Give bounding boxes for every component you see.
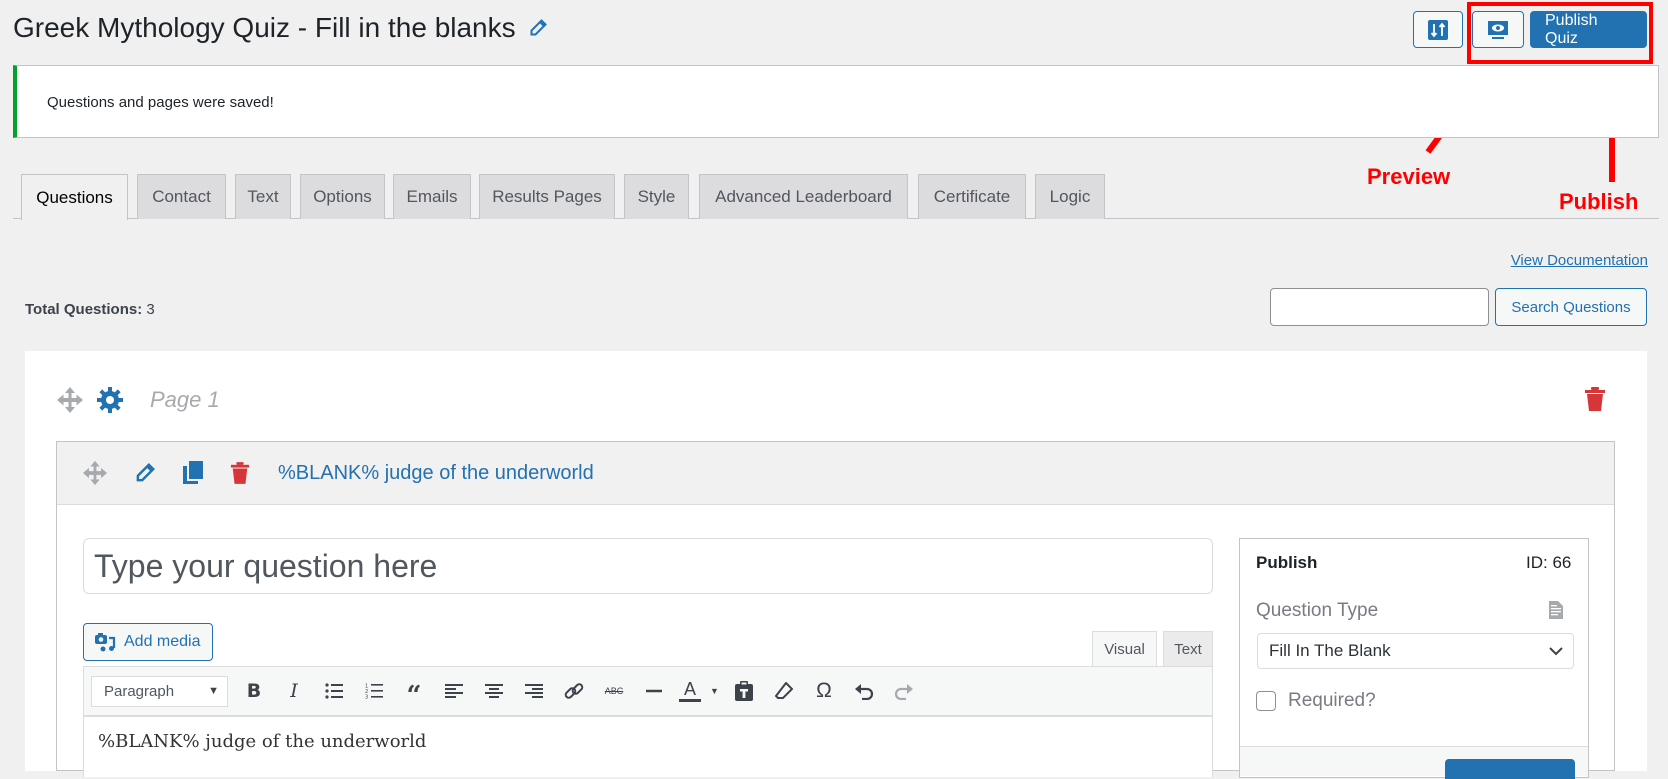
italic-icon[interactable]: I xyxy=(274,674,314,708)
redo-icon[interactable] xyxy=(884,674,924,708)
blockquote-icon[interactable]: “ xyxy=(394,674,434,711)
delete-page-trash-icon[interactable] xyxy=(1584,386,1606,412)
search-questions-button[interactable]: Search Questions xyxy=(1495,288,1647,326)
preview-button[interactable] xyxy=(1472,11,1524,48)
publish-panel-title: Publish xyxy=(1256,553,1318,572)
pencil-icon[interactable] xyxy=(134,462,156,484)
view-documentation-link[interactable]: View Documentation xyxy=(1511,252,1648,269)
trash-icon[interactable] xyxy=(230,461,250,485)
tab-results-pages[interactable]: Results Pages xyxy=(479,174,615,219)
question-header-actions: %BLANK% judge of the underworld xyxy=(82,460,594,486)
page-name[interactable]: Page 1 xyxy=(150,387,220,413)
tab-certificate[interactable]: Certificate xyxy=(918,174,1026,219)
numbered-list-icon[interactable]: 123 xyxy=(354,674,394,708)
save-question-button[interactable] xyxy=(1445,759,1575,779)
tab-logic[interactable]: Logic xyxy=(1035,174,1105,219)
link-icon[interactable] xyxy=(554,674,594,708)
strikethrough-icon[interactable]: ABC xyxy=(594,674,634,708)
required-checkbox-row[interactable]: Required? xyxy=(1256,690,1376,712)
move-icon[interactable] xyxy=(56,386,84,414)
question-type-value: Fill In The Blank xyxy=(1269,641,1391,660)
publish-quiz-button[interactable]: Publish Quiz xyxy=(1530,11,1647,48)
tab-style[interactable]: Style xyxy=(624,174,689,219)
sliders-icon xyxy=(1428,19,1448,40)
success-notice: Questions and pages were saved! xyxy=(13,65,1659,138)
editor-content: %BLANK% judge of the underworld xyxy=(98,731,427,752)
pencil-icon[interactable] xyxy=(528,18,548,38)
tab-contact[interactable]: Contact xyxy=(137,174,226,219)
question-type-label: Question Type xyxy=(1256,600,1379,621)
quiz-tabs: Questions Contact Text Options Emails Re… xyxy=(13,174,1659,220)
bold-icon[interactable]: B xyxy=(234,674,274,708)
paste-text-icon[interactable] xyxy=(724,674,764,708)
total-questions: Total Questions: 3 xyxy=(25,301,155,318)
required-label: Required? xyxy=(1288,690,1376,711)
editor-tab-visual[interactable]: Visual xyxy=(1092,631,1157,666)
caret-down-icon[interactable]: ▼ xyxy=(710,686,719,696)
editor-tab-text[interactable]: Text xyxy=(1163,631,1213,666)
question-title[interactable]: %BLANK% judge of the underworld xyxy=(278,462,594,485)
right-gutter xyxy=(1647,330,1668,763)
bullet-list-icon[interactable] xyxy=(314,674,354,708)
question-id: ID: 66 xyxy=(1526,553,1572,572)
question-type-select[interactable]: Fill In The Blank xyxy=(1257,633,1574,669)
add-media-icon xyxy=(95,633,116,652)
notice-message: Questions and pages were saved! xyxy=(47,94,274,111)
tab-text[interactable]: Text xyxy=(235,174,291,219)
undo-icon[interactable] xyxy=(844,674,884,708)
format-select-value: Paragraph xyxy=(104,682,175,700)
quiz-title-bar: Greek Mythology Quiz - Fill in the blank… xyxy=(13,12,548,44)
align-center-icon[interactable] xyxy=(474,674,514,708)
svg-text:3: 3 xyxy=(365,695,368,700)
tab-options[interactable]: Options xyxy=(300,174,385,219)
settings-button[interactable] xyxy=(1413,11,1463,48)
text-color-icon[interactable]: A ▼ xyxy=(674,674,724,708)
gear-icon[interactable] xyxy=(96,386,124,414)
align-left-icon[interactable] xyxy=(434,674,474,708)
clear-formatting-icon[interactable] xyxy=(764,674,804,708)
align-right-icon[interactable] xyxy=(514,674,554,708)
page-header: Page 1 xyxy=(56,380,220,420)
caret-down-icon: ▼ xyxy=(208,685,219,697)
add-media-button[interactable]: Add media xyxy=(83,623,213,661)
chevron-down-icon xyxy=(1549,646,1563,655)
tab-questions[interactable]: Questions xyxy=(21,174,128,220)
preview-monitor-eye-icon xyxy=(1488,20,1508,39)
page-title: Greek Mythology Quiz - Fill in the blank… xyxy=(13,12,516,43)
required-checkbox[interactable] xyxy=(1256,691,1276,711)
horizontal-line-icon[interactable] xyxy=(634,674,674,708)
total-questions-label: Total Questions: xyxy=(25,301,143,318)
special-character-icon[interactable]: Ω xyxy=(804,674,844,708)
document-icon[interactable] xyxy=(1549,601,1563,619)
search-questions-input[interactable] xyxy=(1270,288,1489,326)
total-questions-value: 3 xyxy=(146,301,155,318)
duplicate-icon[interactable] xyxy=(182,461,204,485)
format-select[interactable]: Paragraph ▼ xyxy=(91,675,228,707)
editor-content-area[interactable]: %BLANK% judge of the underworld xyxy=(83,717,1213,777)
question-name-input[interactable]: Type your question here xyxy=(83,538,1213,594)
editor-toolbar: Paragraph ▼ B I 123 “ ABC A ▼ Ω xyxy=(83,666,1213,717)
add-media-label: Add media xyxy=(124,633,201,650)
tab-advanced-leaderboard[interactable]: Advanced Leaderboard xyxy=(699,174,908,219)
tab-emails[interactable]: Emails xyxy=(393,174,471,219)
move-icon[interactable] xyxy=(82,460,108,486)
